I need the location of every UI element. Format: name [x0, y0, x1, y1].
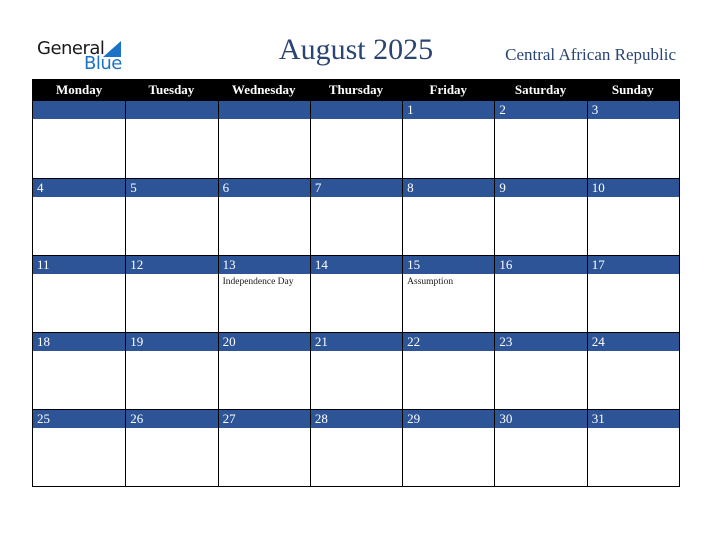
weekday-tuesday: Tuesday — [148, 82, 195, 97]
day-cell[interactable]: 2 — [494, 101, 587, 178]
day-cell[interactable]: 10 — [586, 179, 679, 255]
day-number: 1 — [403, 101, 495, 119]
day-number: 30 — [495, 410, 587, 428]
day-number: 16 — [495, 256, 587, 274]
day-number: 22 — [403, 333, 495, 351]
calendar-week-row: 123 — [33, 101, 679, 178]
day-cell[interactable]: 4 — [33, 179, 126, 255]
holiday-label: Assumption — [407, 277, 454, 287]
day-cell[interactable]: 21 — [309, 333, 403, 409]
day-number: 10 — [587, 179, 679, 197]
day-number: 27 — [218, 410, 310, 428]
day-cell[interactable]: 31 — [586, 410, 679, 486]
weekday-friday: Friday — [429, 82, 468, 97]
calendar-grid: Monday Tuesday Wednesday Thursday Friday… — [32, 79, 680, 487]
day-cell[interactable]: 19 — [125, 333, 218, 409]
day-cell[interactable]: 12 — [125, 256, 218, 332]
day-number: 21 — [310, 333, 403, 351]
calendar-week-row: 11 12 13 Independence Day 14 15 Assumption 16 17 — [33, 255, 679, 332]
day-number: 9 — [495, 179, 587, 197]
weekday-sunday: Sunday — [611, 82, 654, 97]
day-number: 3 — [587, 101, 679, 119]
day-number: 28 — [310, 410, 403, 428]
day-number: 14 — [310, 256, 403, 274]
day-cell[interactable]: 22 — [402, 333, 495, 409]
day-cell[interactable]: 9 — [494, 179, 587, 255]
day-number: 20 — [218, 333, 310, 351]
day-number — [126, 101, 218, 119]
day-cell[interactable]: 11 — [33, 256, 126, 332]
day-number: 23 — [495, 333, 587, 351]
day-number — [218, 101, 310, 119]
day-number: 2 — [495, 101, 587, 119]
day-number: 19 — [126, 333, 218, 351]
day-number — [33, 101, 126, 119]
day-cell[interactable]: 13 Independence Day — [217, 256, 310, 332]
day-cell[interactable]: 16 — [494, 256, 587, 332]
day-number: 25 — [33, 410, 126, 428]
day-number: 12 — [126, 256, 218, 274]
holiday-label: Independence Day — [222, 277, 294, 287]
weekday-monday: Monday — [56, 82, 103, 97]
day-number: 29 — [403, 410, 495, 428]
weekday-header-row: Monday Tuesday Wednesday Thursday Friday… — [33, 79, 679, 101]
country-name: Central African Republic — [505, 45, 676, 64]
day-cell[interactable]: 5 — [125, 179, 218, 255]
day-cell[interactable]: 18 — [33, 333, 126, 409]
calendar-week-row: 4 5 6 7 8 9 10 — [33, 178, 679, 255]
day-number: 13 — [218, 256, 310, 274]
day-cell[interactable]: 30 — [494, 410, 587, 486]
day-cell[interactable]: 3 — [586, 101, 679, 178]
day-cell[interactable]: 26 — [125, 410, 218, 486]
day-cell[interactable]: 25 — [33, 410, 126, 486]
weekday-thursday: Thursday — [328, 82, 384, 97]
day-number: 7 — [310, 179, 403, 197]
day-cell[interactable]: 1 — [402, 101, 495, 178]
day-cell[interactable]: 7 — [309, 179, 403, 255]
day-cell[interactable] — [125, 101, 218, 178]
day-number: 24 — [587, 333, 679, 351]
day-cell[interactable]: 27 — [217, 410, 310, 486]
day-number: 4 — [33, 179, 126, 197]
day-cell[interactable] — [309, 101, 403, 178]
day-number: 11 — [33, 256, 126, 274]
day-number: 26 — [126, 410, 218, 428]
day-cell[interactable] — [33, 101, 126, 178]
day-cell[interactable]: 14 — [309, 256, 403, 332]
calendar-weeks: 1 2 3 4 5 6 7 8 9 10 11 12 13 Independence Day 14 15 Ass… — [33, 101, 679, 486]
day-number: 17 — [587, 256, 679, 274]
day-number: 15 — [403, 256, 495, 274]
day-cell[interactable]: 8 — [402, 179, 495, 255]
day-cell[interactable]: 29 — [402, 410, 495, 486]
day-cell[interactable]: 23 — [494, 333, 587, 409]
day-cell[interactable]: 20 — [217, 333, 310, 409]
day-cell[interactable]: 17 — [586, 256, 679, 332]
calendar-week-row: 18 19 20 21 22 23 24 — [33, 332, 679, 409]
day-number — [310, 101, 403, 119]
day-cell[interactable]: 6 — [217, 179, 310, 255]
weekday-wednesday: Wednesday — [231, 82, 296, 97]
day-number: 6 — [218, 179, 310, 197]
day-number: 8 — [403, 179, 495, 197]
day-cell[interactable]: 28 — [309, 410, 403, 486]
day-cell[interactable]: 24 — [586, 333, 679, 409]
day-number: 5 — [126, 179, 218, 197]
day-cell[interactable] — [217, 101, 310, 178]
calendar-week-row: 25 26 27 28 29 30 31 — [33, 409, 679, 486]
day-number: 31 — [587, 410, 679, 428]
weekday-saturday: Saturday — [514, 82, 567, 97]
day-cell[interactable]: 15 Assumption — [402, 256, 495, 332]
day-number: 18 — [33, 333, 126, 351]
